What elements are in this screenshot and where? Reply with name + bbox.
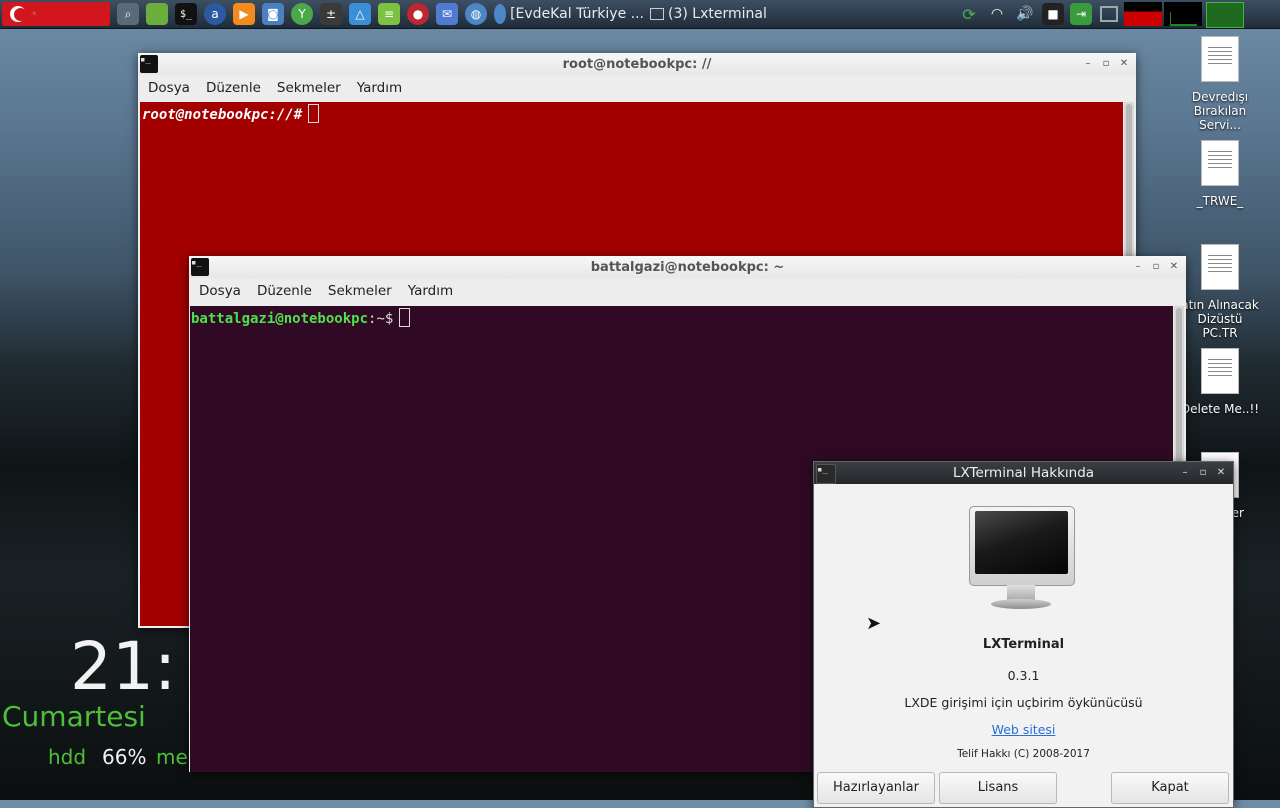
desktop-icon-label: _TRWE_ [1196,194,1244,208]
maximize-icon[interactable]: ▫ [1148,258,1164,276]
desktop-icon-label: Delete Me..!! [1180,402,1260,416]
app-description: LXDE girişimi için uçbirim öykünücüsü [904,695,1143,710]
document-icon [1201,348,1239,394]
desktop-icon-label: Devredışı Bırakılan Servi... [1191,90,1249,132]
maximize-icon[interactable]: ▫ [1195,464,1211,482]
license-button[interactable]: Lisans [939,772,1057,804]
root-terminal-menubar: Dosya Düzenle Sekmeler Yardım [138,75,1136,101]
network-app-icon[interactable]: Y [291,3,313,25]
menu-dosya[interactable]: Dosya [199,283,241,299]
window-title: root@notebookpc: // [562,56,712,72]
root-prompt: root@notebookpc://# [142,107,303,123]
cursor [308,104,320,123]
credits-button[interactable]: Hazırlayanlar [817,772,935,804]
app-launcher-icon[interactable]: △ [349,3,371,25]
wifi-icon[interactable]: ◠ [986,3,1008,25]
close-button[interactable]: Kapat [1111,772,1229,804]
monitor-icon [969,506,1077,616]
minimize-icon[interactable]: – [1130,258,1146,276]
volume-icon[interactable]: 🔊 [1014,3,1036,25]
menu-sekmeler[interactable]: Sekmeler [277,80,341,96]
user-terminal-titlebar[interactable]: ▪_ battalgazi@notebookpc: ~ – ▫ ✕ [189,256,1186,278]
window-title: battalgazi@notebookpc: ~ [590,259,785,275]
menu-yardim[interactable]: Yardım [357,80,402,96]
workspace-switcher-icon[interactable] [1206,2,1244,28]
about-dialog-titlebar[interactable]: ▪_ LXTerminal Hakkında – ▫ ✕ [814,462,1233,484]
terminal-icon: ▪_ [816,464,836,484]
cpu-monitor-icon [1124,2,1162,26]
cherry-icon[interactable]: ● [407,3,429,25]
user-terminal-menubar: Dosya Düzenle Sekmeler Yardım [189,278,1186,304]
conky-hdd-value: 66% [102,745,147,769]
menu-sekmeler[interactable]: Sekmeler [328,283,392,299]
terminal-icon: ▪_ [140,55,158,73]
root-terminal-titlebar[interactable]: ▪_ root@notebookpc: // – ▫ ✕ [138,53,1136,75]
network-monitor-icon [1164,2,1202,26]
search-icon[interactable]: ⌕ [117,3,139,25]
window-icon [650,8,664,20]
menu-dosya[interactable]: Dosya [148,80,190,96]
media-player-icon[interactable]: ▶ [233,3,255,25]
user-prompt-user: battalgazi@notebookpc [191,311,369,327]
logout-icon[interactable]: ⇥ [1070,3,1092,25]
app-name: LXTerminal [982,637,1065,652]
conky-time: 21: [70,628,177,705]
app-icon[interactable]: a [204,3,226,25]
document-icon [1201,36,1239,82]
conky-mem-label: me [156,745,188,769]
minimize-icon[interactable]: – [1080,55,1096,73]
document-icon [1201,244,1239,290]
browser-icon[interactable]: ◍ [465,3,487,25]
terminal-icon[interactable]: $_ [175,3,197,25]
minimize-icon[interactable]: – [1177,464,1193,482]
terminal-icon: ▪_ [191,258,209,276]
task-lxterminal[interactable]: (3) Lxterminal [650,2,810,26]
user-prompt-path: :~ [368,311,385,327]
lock-icon[interactable]: ■ [1042,3,1064,25]
camera-icon[interactable]: ◙ [262,3,284,25]
copyright-text: Telif Hakkı (C) 2008-2017 [957,748,1090,760]
desktop-icon-trwe[interactable]: _TRWE_ [1180,140,1260,208]
task-lxterminal-label: (3) Lxterminal [668,6,767,22]
menu-duzenle[interactable]: Düzenle [206,80,261,96]
menu-duzenle[interactable]: Düzenle [257,283,312,299]
globe-icon [494,4,507,24]
cursor [399,308,411,327]
calculator-icon[interactable]: ± [320,3,342,25]
desktop-icon-label: atın Alınacak Dizüstü PC.TR [1181,298,1259,340]
update-icon[interactable]: ⟳ [958,3,980,25]
user-prompt-symbol: $ [384,311,394,327]
conky-day: Cumartesi [2,700,146,733]
task-browser-label: [EvdeKal Türkiye ... [510,6,644,22]
close-icon[interactable]: ✕ [1116,55,1132,73]
document-icon [1201,140,1239,186]
website-link[interactable]: Web sitesi [814,722,1233,737]
dialog-title: LXTerminal Hakkında [952,465,1095,481]
desktop-icon-services[interactable]: Devredışı Bırakılan Servi... [1180,36,1260,132]
show-desktop-icon[interactable] [1098,3,1120,25]
mouse-pointer-icon: ➤ [866,613,882,634]
conky-hdd-label: hdd [48,745,87,769]
about-dialog: ▪_ LXTerminal Hakkında – ▫ ✕ LXTerminal … [813,461,1234,808]
task-browser[interactable]: [EvdeKal Türkiye ... [494,2,644,26]
folder-icon[interactable] [146,3,168,25]
notes-icon[interactable]: ≡ [378,3,400,25]
desktop-icon-notebook[interactable]: atın Alınacak Dizüstü PC.TR [1180,244,1260,340]
mail-icon[interactable]: ✉ [436,3,458,25]
close-icon[interactable]: ✕ [1213,464,1229,482]
menu-yardim[interactable]: Yardım [408,283,453,299]
app-version: 0.3.1 [1007,668,1040,683]
flag-banner-icon[interactable]: ☆ [2,2,110,26]
taskbar: ☆ ⌕ $_ a ▶ ◙ Y ± △ ≡ ● ✉ ◍ [EvdeKal Türk… [0,0,1280,29]
maximize-icon[interactable]: ▫ [1098,55,1114,73]
close-icon[interactable]: ✕ [1166,258,1182,276]
desktop-icon-delete-me[interactable]: Delete Me..!! [1180,348,1260,416]
